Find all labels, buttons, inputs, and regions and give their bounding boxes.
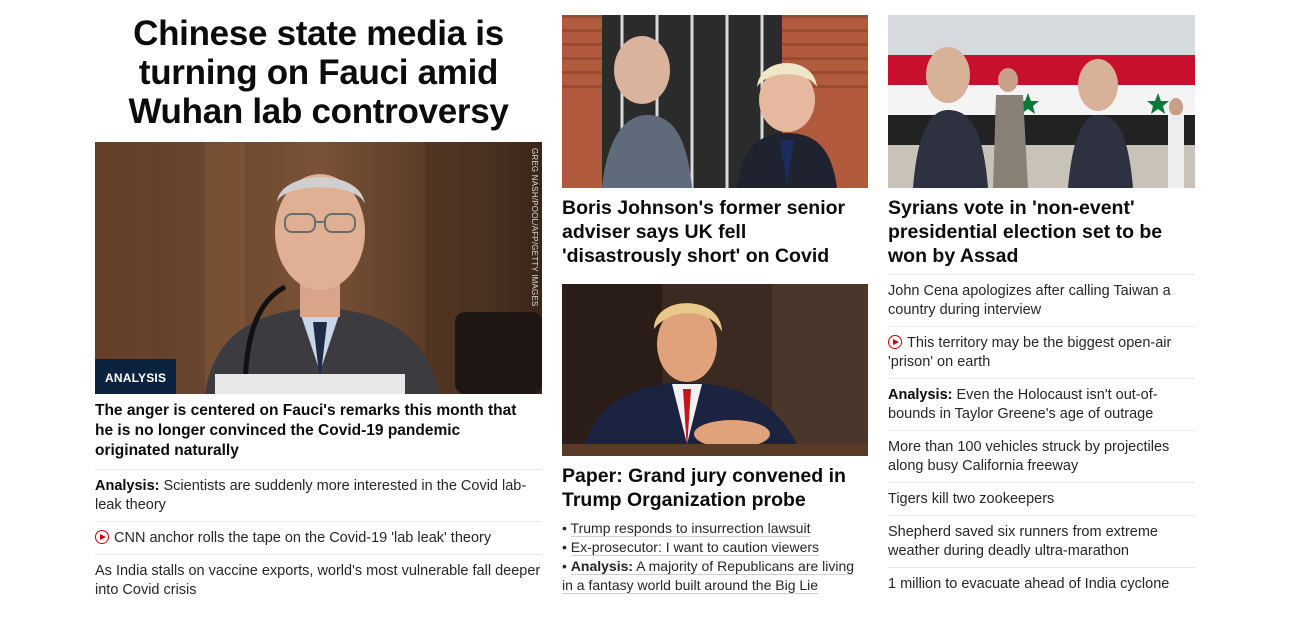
list-item[interactable]: Analysis: Scientists are suddenly more i… bbox=[95, 469, 542, 521]
bullet-item[interactable]: • Trump responds to insurrection lawsuit bbox=[562, 519, 868, 538]
right-stories-list: John Cena apologizes after calling Taiwa… bbox=[888, 274, 1195, 600]
story-prefix: Analysis: bbox=[95, 478, 160, 494]
lead-summary[interactable]: The anger is centered on Fauci's remarks… bbox=[95, 401, 535, 461]
list-item[interactable]: More than 100 vehicles struck by project… bbox=[888, 430, 1195, 482]
list-item[interactable]: CNN anchor rolls the tape on the Covid-1… bbox=[95, 521, 542, 554]
list-item[interactable]: John Cena apologizes after calling Taiwa… bbox=[888, 274, 1195, 326]
bullet-text: Ex-prosecutor: I want to caution viewers bbox=[570, 539, 820, 556]
story-text: This territory may be the biggest open-a… bbox=[888, 335, 1172, 370]
list-item[interactable]: Shepherd saved six runners from extreme … bbox=[888, 515, 1195, 567]
photo-credit: GREG NASH/POOL/AFP/GETTY IMAGES bbox=[530, 148, 539, 307]
story-text: As India stalls on vaccine exports, worl… bbox=[95, 563, 541, 598]
syria-headline[interactable]: Syrians vote in 'non-event' presidential… bbox=[888, 196, 1195, 268]
story-text: CNN anchor rolls the tape on the Covid-1… bbox=[114, 530, 492, 546]
lead-column: Chinese state media is turning on Fauci … bbox=[95, 14, 542, 598]
bullet-text: Trump responds to insurrection lawsuit bbox=[570, 520, 811, 537]
story-text: Tigers kill two zookeepers bbox=[888, 491, 1055, 507]
story-text: Scientists are suddenly more interested … bbox=[95, 478, 527, 513]
related-stories-list: Analysis: Scientists are suddenly more i… bbox=[95, 469, 542, 606]
johnson-story-image[interactable] bbox=[562, 15, 868, 188]
list-item[interactable]: This territory may be the biggest open-a… bbox=[888, 326, 1195, 378]
list-item[interactable]: 1 million to evacuate ahead of India cyc… bbox=[888, 567, 1195, 600]
story-text: More than 100 vehicles struck by project… bbox=[888, 439, 1170, 474]
bullet-item[interactable]: • Analysis: A majority of Republicans ar… bbox=[562, 557, 868, 595]
list-item[interactable]: Tigers kill two zookeepers bbox=[888, 482, 1195, 515]
story-text: Shepherd saved six runners from extreme … bbox=[888, 524, 1158, 559]
trump-headline[interactable]: Paper: Grand jury convened in Trump Orga… bbox=[562, 464, 868, 512]
lead-headline[interactable]: Chinese state media is turning on Fauci … bbox=[95, 14, 542, 131]
fauci-photo bbox=[95, 142, 542, 394]
johnson-headline[interactable]: Boris Johnson's former senior adviser sa… bbox=[562, 196, 868, 274]
johnson-photo bbox=[562, 15, 868, 188]
trump-bullet-list: • Trump responds to insurrection lawsuit… bbox=[562, 519, 868, 595]
middle-column: Boris Johnson's former senior adviser sa… bbox=[562, 15, 868, 595]
story-text: 1 million to evacuate ahead of India cyc… bbox=[888, 576, 1170, 592]
story-text: John Cena apologizes after calling Taiwa… bbox=[888, 283, 1171, 318]
story-prefix: Analysis: bbox=[888, 387, 953, 403]
syria-story-image[interactable] bbox=[888, 15, 1195, 188]
video-play-icon bbox=[888, 335, 902, 349]
trump-photo bbox=[562, 284, 868, 456]
lead-story-image[interactable]: ANALYSIS GREG NASH/POOL/AFP/GETTY IMAGES bbox=[95, 142, 542, 394]
list-item[interactable]: Analysis: Even the Holocaust isn't out-o… bbox=[888, 378, 1195, 430]
analysis-badge: ANALYSIS bbox=[95, 359, 177, 394]
bullet-prefix: Analysis: bbox=[570, 558, 634, 574]
right-column: Syrians vote in 'non-event' presidential… bbox=[888, 15, 1195, 600]
list-item[interactable]: As India stalls on vaccine exports, worl… bbox=[95, 554, 542, 606]
bullet-item[interactable]: • Ex-prosecutor: I want to caution viewe… bbox=[562, 538, 868, 557]
trump-story-image[interactable] bbox=[562, 284, 868, 456]
syria-photo bbox=[888, 15, 1195, 188]
video-play-icon bbox=[95, 530, 109, 544]
